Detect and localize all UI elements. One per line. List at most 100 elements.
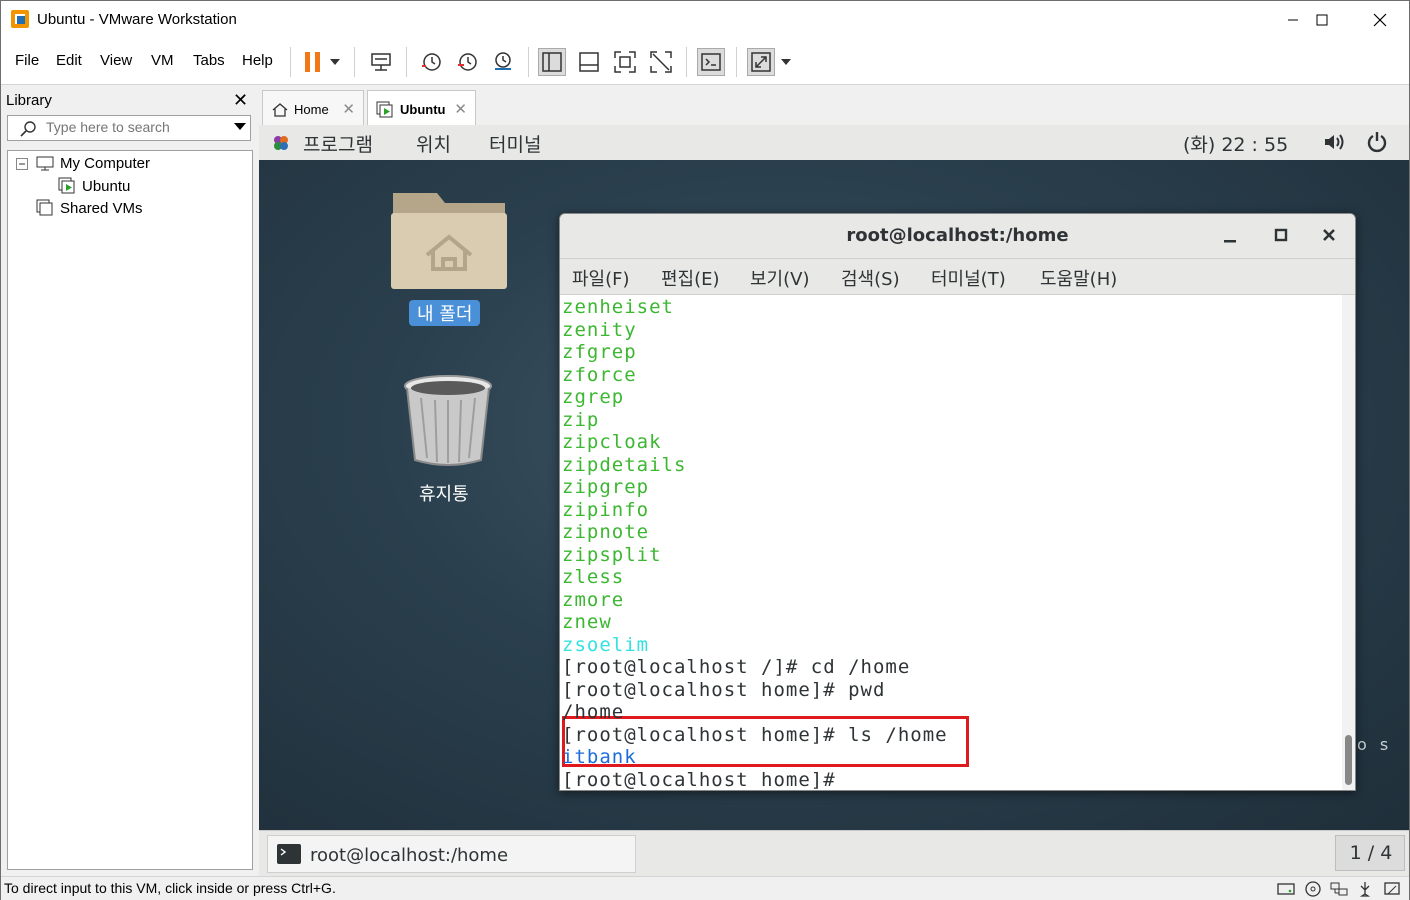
terminal-menubar: 파일(F) 편집(E) 보기(V) 검색(S) 터미널(T) 도움말(H) [560,259,1355,295]
desktop[interactable]: 내 폴더 휴지통 o s root@localhost:/home 파일(F) … [259,160,1409,830]
menu-terminal[interactable]: 터미널 [489,130,541,157]
menu-file[interactable]: File [15,52,39,69]
hard-disk-icon[interactable] [1276,880,1296,898]
console-view-icon[interactable] [697,48,725,76]
home-folder-icon[interactable] [387,187,511,293]
terminal-close-icon[interactable] [1322,228,1336,242]
terminal-maximize-icon[interactable] [1274,228,1288,242]
display-icon[interactable] [1382,880,1402,898]
terminal-line: [root@localhost home]# ls /home [562,723,948,746]
terminal-title-bar[interactable]: root@localhost:/home [560,214,1355,259]
thumbnail-bar-icon[interactable] [575,48,603,76]
menu-vm[interactable]: VM [151,52,174,69]
stretch-dropdown-icon[interactable] [777,48,795,76]
tree-item-shared-vms[interactable]: Shared VMs [36,199,143,217]
terminal-line: zip [562,408,600,431]
vm-display[interactable]: 프로그램 위치 터미널 (화) 22 : 55 내 폴더 휴지통 o s roo… [259,125,1409,876]
gnome-bottom-bar: root@localhost:/home 1 / 4 [259,830,1409,876]
menu-applications[interactable]: 프로그램 [303,130,373,157]
menu-help[interactable]: Help [242,52,273,69]
terminal-menu-terminal[interactable]: 터미널(T) [931,265,1006,291]
tree-item-my-computer[interactable]: My Computer [16,155,150,172]
collapse-icon[interactable] [16,157,28,170]
tree-item-ubuntu[interactable]: Ubuntu [58,177,130,195]
terminal-line: zless [562,566,625,588]
terminal-line: zmore [562,588,625,611]
title-bar: Ubuntu - VMware Workstation [1,1,1409,39]
terminal-line: /home [562,701,625,723]
terminal-app-icon [277,844,301,864]
menu-edit[interactable]: Edit [56,52,82,69]
terminal-line: zipdetails [562,453,687,476]
power-icon[interactable] [1366,131,1388,153]
taskbar-item-label: root@localhost:/home [310,845,509,866]
computer-icon [36,156,54,170]
trash-label[interactable]: 휴지통 [419,480,469,506]
terminal-menu-help[interactable]: 도움말(H) [1040,265,1117,291]
workspace-indicator[interactable]: 1 / 4 [1335,835,1405,871]
toolbar-separator [736,47,737,77]
terminal-output[interactable]: zenheiset zenity zfgrep zforce zgrep zip zipcl… [562,295,1340,790]
status-text: To direct input to this VM, click inside… [4,880,336,896]
terminal-scrollbar[interactable] [1342,295,1355,790]
full-screen-icon[interactable] [611,48,639,76]
volume-icon[interactable] [1323,132,1345,152]
terminal-menu-search[interactable]: 검색(S) [841,265,900,291]
terminal-menu-file[interactable]: 파일(F) [572,265,630,291]
search-input[interactable] [46,119,226,135]
toolbar-separator [354,47,355,77]
applications-icon[interactable] [271,133,291,153]
shared-vms-icon [36,199,53,216]
tab-ubuntu[interactable]: Ubuntu ✕ [367,90,476,128]
trash-icon[interactable] [401,372,495,470]
revert-snapshot-icon[interactable] [453,48,481,76]
terminal-line: zipcloak [562,431,662,453]
show-library-icon[interactable] [538,48,566,76]
usb-device-icon[interactable] [1355,880,1375,898]
terminal-line: znew [562,611,612,633]
stretch-guest-icon[interactable] [747,48,775,76]
library-search[interactable] [7,115,251,141]
tab-home-close-icon[interactable]: ✕ [342,100,355,118]
library-close-icon[interactable]: ✕ [233,90,248,111]
clock[interactable]: (화) 22 : 55 [1183,130,1288,157]
vm-running-icon [58,177,75,194]
desktop-watermark: o s [1357,735,1393,754]
terminal-menu-view[interactable]: 보기(V) [750,265,809,291]
cd-dvd-icon[interactable] [1303,880,1323,898]
snapshot-icon[interactable] [417,48,445,76]
send-ctrl-alt-del-icon[interactable] [367,48,395,76]
unity-mode-icon[interactable] [647,48,675,76]
maximize-button[interactable] [1293,1,1351,39]
terminal-minimize-icon[interactable] [1222,230,1238,244]
library-tree: My Computer Ubuntu Shared VMs [7,150,253,870]
pause-icon[interactable] [299,48,327,76]
terminal-window[interactable]: root@localhost:/home 파일(F) 편집(E) 보기(V) 검… [559,213,1356,791]
power-dropdown-icon[interactable] [325,48,345,76]
snapshot-manager-icon[interactable] [489,48,517,76]
tab-ubuntu-close-icon[interactable]: ✕ [454,100,467,118]
toolbar-separator [290,47,291,77]
vm-running-icon [376,101,393,117]
status-bar: To direct input to this VM, click inside… [1,876,1409,900]
search-dropdown-icon[interactable] [234,123,246,130]
library-title: Library [6,92,52,109]
menu-view[interactable]: View [100,52,132,69]
network-adapter-icon[interactable] [1329,880,1349,898]
window-title: Ubuntu - VMware Workstation [37,11,237,28]
scrollbar-thumb[interactable] [1345,735,1352,785]
home-folder-label[interactable]: 내 폴더 [409,300,481,326]
taskbar-item-terminal[interactable]: root@localhost:/home [267,835,636,873]
menu-tabs[interactable]: Tabs [193,52,225,69]
terminal-line: [root@localhost /]# cd /home [562,656,911,678]
menu-places[interactable]: 위치 [416,130,451,157]
tab-home[interactable]: Home ✕ [262,90,364,128]
library-panel: Library ✕ My Computer Ubuntu Shared VMs [1,86,257,876]
terminal-line: zgrep [562,386,625,408]
search-icon [20,121,36,137]
gnome-top-bar: 프로그램 위치 터미널 (화) 22 : 55 [259,125,1409,160]
close-button[interactable] [1351,1,1409,39]
tab-bar: Home ✕ Ubuntu ✕ [259,86,1409,128]
terminal-line: zsoelim [562,633,650,656]
terminal-menu-edit[interactable]: 편집(E) [661,265,720,291]
